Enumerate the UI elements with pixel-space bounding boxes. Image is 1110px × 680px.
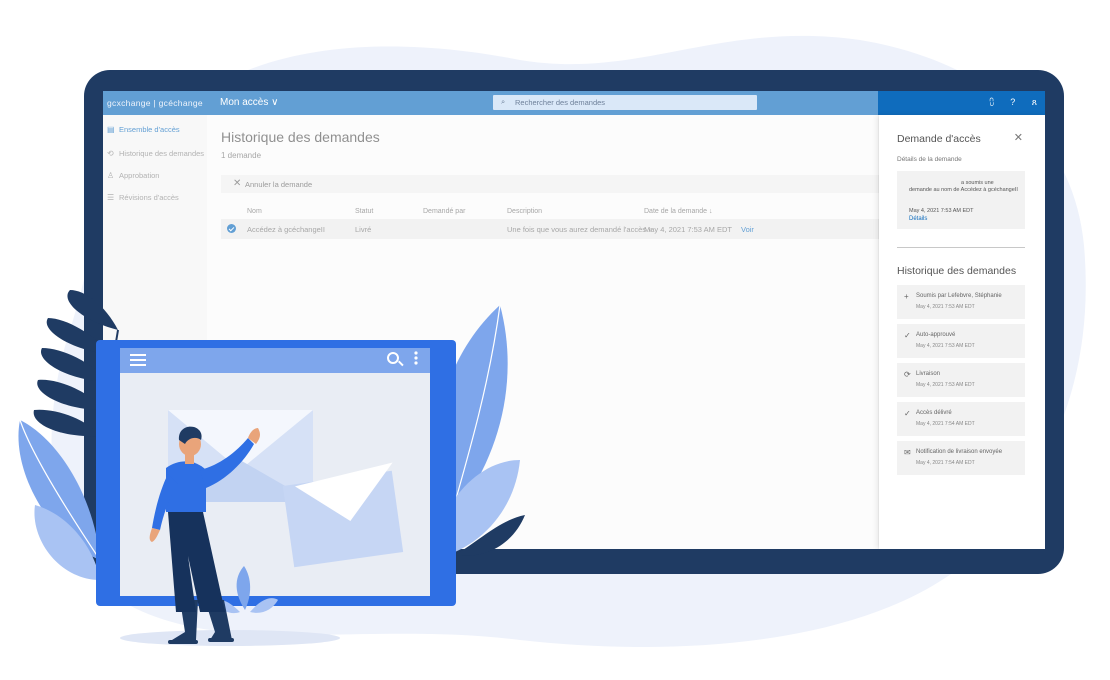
table-row[interactable]: Accédez à gcéchangeII Livré Une fois que… (221, 219, 881, 239)
history-item-date: May 4, 2021 7:53 AM EDT (916, 304, 975, 310)
sidebar-item-access-reviews[interactable]: ☰ Révisions d'accès (107, 191, 179, 205)
review-icon: ☰ (107, 193, 115, 202)
search-icon: ⌕ (501, 97, 506, 106)
sidebar-item-request-history[interactable]: ⟲ Historique des demandes (107, 147, 204, 161)
history-item: ⟳ Livraison May 4, 2021 7:53 AM EDT (897, 363, 1025, 397)
divider (897, 247, 1025, 248)
search-placeholder: Rechercher des demandes (515, 98, 606, 107)
history-title: Historique des demandes (897, 265, 1017, 277)
plus-icon: + (904, 292, 909, 301)
history-item: ✓ Auto-approuvé May 4, 2021 7:53 AM EDT (897, 324, 1025, 358)
close-icon: ✕ (233, 178, 242, 189)
topbar-icons: ⩇ ? ጸ (976, 97, 1037, 108)
sidebar-item-approvals[interactable]: ♙ Approbation (107, 169, 159, 183)
approval-icon: ♙ (107, 171, 115, 180)
history-item-text: Soumis par Lefebvre, Stéphanie (916, 293, 1002, 299)
history-item-date: May 4, 2021 7:54 AM EDT (916, 421, 975, 427)
package-icon: ▤ (107, 125, 115, 134)
history-item-date: May 4, 2021 7:53 AM EDT (916, 343, 975, 349)
page-title: Historique des demandes (221, 129, 380, 145)
panel-subtitle: Détails de la demande (897, 156, 962, 163)
request-summary-card: a soumis une demande au nom de Accédez à… (897, 171, 1025, 229)
column-header-name[interactable]: Nom (247, 208, 262, 215)
check-icon: ✓ (904, 409, 911, 418)
main-content: Historique des demandes 1 demande ✕ Annu… (207, 115, 881, 549)
command-bar: ✕ Annuler la demande (221, 175, 881, 193)
panel-title: Demande d'accès (897, 133, 981, 145)
selected-check-icon[interactable] (227, 224, 236, 233)
column-header-requested-by[interactable]: Demandé par (423, 208, 465, 215)
column-header-date[interactable]: Date de la demande ↓ (644, 208, 713, 215)
summary-line-2: demande au nom de Accédez à gcéchangeII (909, 187, 1018, 193)
cancel-request-button[interactable]: Annuler la demande (245, 180, 312, 189)
history-item-text: Accès délivré (916, 410, 952, 416)
top-bar: gcxchange | gcéchange Mon accès ∨ ⌕ Rech… (103, 91, 1045, 115)
history-item: ✉ Notification de livraison envoyée May … (897, 441, 1025, 475)
my-access-menu[interactable]: Mon accès ∨ (220, 97, 278, 108)
sidebar: ▤ Ensemble d'accès ⟲ Historique des demand… (103, 115, 207, 549)
history-item-text: Notification de livraison envoyée (916, 449, 1003, 455)
history-item-date: May 4, 2021 7:54 AM EDT (916, 460, 975, 466)
check-icon: ✓ (904, 331, 911, 340)
request-count: 1 demande (221, 151, 262, 160)
history-item: + Soumis par Lefebvre, Stéphanie May 4, … (897, 285, 1025, 319)
close-icon[interactable]: ✕ (1014, 131, 1023, 144)
app-screen: gcxchange | gcéchange Mon accès ∨ ⌕ Rech… (103, 91, 1045, 549)
column-header-description[interactable]: Description (507, 208, 542, 215)
view-link[interactable]: Voir (741, 225, 754, 234)
brand-label: gcxchange | gcéchange (107, 98, 203, 108)
history-item-text: Auto-approuvé (916, 332, 956, 338)
account-icon[interactable]: ጸ (1032, 97, 1037, 107)
sidebar-item-label: Révisions d'accès (119, 193, 179, 202)
sync-icon: ⟳ (904, 370, 911, 379)
details-panel: Demande d'accès ✕ Détails de la demande … (879, 115, 1045, 549)
details-link[interactable]: Détails (909, 216, 927, 222)
history-item-text: Livraison (916, 371, 941, 377)
history-icon: ⟲ (107, 149, 114, 158)
help-icon[interactable]: ? (1010, 97, 1015, 107)
org-chart-icon[interactable]: ⩇ (990, 97, 994, 107)
sidebar-item-label: Ensemble d'accès (119, 125, 180, 134)
summary-date: May 4, 2021 7:53 AM EDT (909, 208, 974, 214)
cell-description: Une fois que vous aurez demandé l'accès … (507, 225, 653, 234)
sidebar-item-access-packages[interactable]: ▤ Ensemble d'accès (107, 123, 180, 137)
sidebar-item-label: Historique des demandes (119, 149, 205, 158)
history-item-date: May 4, 2021 7:53 AM EDT (916, 382, 975, 388)
cell-name: Accédez à gcéchangeII (247, 225, 325, 234)
mail-icon: ✉ (904, 448, 911, 457)
column-header-status[interactable]: Statut (355, 208, 373, 215)
cell-status: Livré (355, 225, 372, 234)
cell-date: May 4, 2021 7:53 AM EDT (644, 225, 732, 234)
history-item: ✓ Accès délivré May 4, 2021 7:54 AM EDT (897, 402, 1025, 436)
search-input[interactable]: ⌕ Rechercher des demandes (493, 95, 757, 110)
summary-line-1: a soumis une (961, 180, 994, 186)
sidebar-item-label: Approbation (119, 171, 160, 180)
